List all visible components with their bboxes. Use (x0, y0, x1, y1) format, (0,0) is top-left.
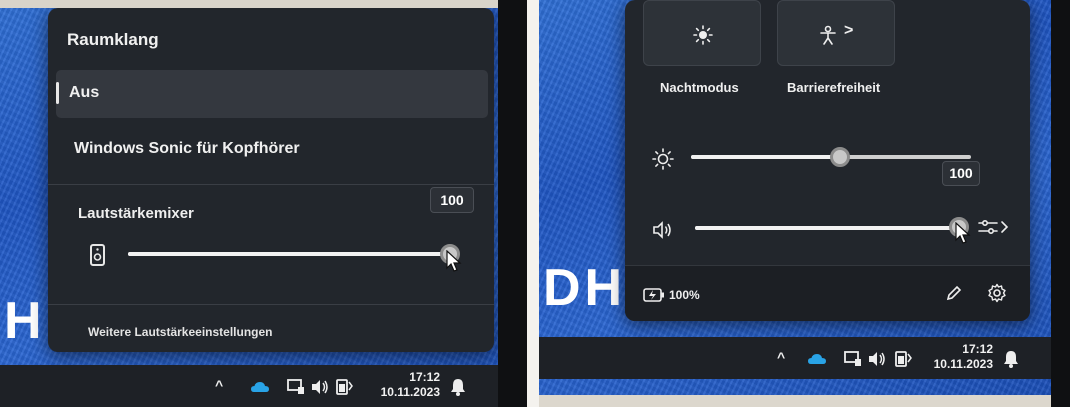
more-volume-settings-link[interactable]: Weitere Lautstärkeeinstellungen (88, 325, 273, 339)
battery-icon[interactable] (893, 349, 913, 369)
edit-pencil-icon[interactable] (945, 284, 963, 302)
battery-icon[interactable] (334, 377, 354, 397)
mouse-cursor-icon (955, 222, 971, 244)
spatial-sound-heading: Raumklang (67, 30, 159, 49)
left-screen: H C Raumklang Aus Windows Sonic für Kopf… (0, 8, 498, 407)
taskbar-clock[interactable]: 17:12 10.11.2023 (362, 370, 440, 400)
notification-bell-icon[interactable] (1001, 349, 1021, 369)
image-separator (527, 0, 539, 407)
brightness-slider-thumb[interactable] (830, 147, 850, 167)
quick-settings-flyout: > Nachtmodus Barrierefreiheit 100 100% (625, 0, 1030, 321)
night-mode-label: Nachtmodus (660, 80, 739, 95)
monitor-bezel (1051, 0, 1070, 407)
onedrive-cloud-icon[interactable] (807, 349, 827, 369)
monitor-bezel (498, 0, 527, 407)
brightness-slider-fill (691, 155, 845, 159)
clock-time: 17:12 (962, 342, 993, 356)
volume-slider-fill (128, 252, 450, 256)
battery-charging-icon[interactable] (643, 288, 665, 302)
network-icon[interactable] (843, 349, 863, 369)
spatial-sound-option-off[interactable]: Aus (56, 70, 488, 118)
brightness-tooltip: 100 (942, 161, 980, 186)
brightness-icon (652, 148, 674, 170)
mouse-cursor-icon (446, 250, 462, 272)
clock-time: 17:12 (409, 370, 440, 384)
show-hidden-icons-chevron-icon[interactable]: ^ (777, 349, 785, 365)
option-label: Aus (69, 84, 100, 101)
right-photo: DH C > Nachtmodus Barrierefreiheit 100 1… (539, 0, 1070, 407)
left-photo: H C Raumklang Aus Windows Sonic für Kopf… (0, 0, 527, 407)
speaker-icon[interactable] (867, 349, 887, 369)
taskbar: ^ 17:12 10.11.2023 (539, 337, 1051, 379)
divider (48, 304, 494, 305)
photo-collage: H C Raumklang Aus Windows Sonic für Kopf… (0, 0, 1070, 407)
accessibility-label: Barrierefreiheit (787, 80, 881, 95)
spatial-sound-option-windows-sonic[interactable]: Windows Sonic für Kopfhörer (56, 126, 488, 174)
volume-icon[interactable] (652, 219, 674, 241)
night-mode-icon (693, 25, 713, 45)
clock-date: 10.11.2023 (380, 385, 440, 399)
volume-tooltip: 100 (430, 187, 474, 213)
night-mode-tile[interactable] (643, 0, 761, 66)
right-screen: DH C > Nachtmodus Barrierefreiheit 100 1… (539, 0, 1051, 395)
battery-percentage: 100% (669, 288, 700, 302)
volume-slider-track[interactable] (695, 226, 957, 230)
accessibility-tile[interactable]: > (777, 0, 895, 66)
taskbar-clock[interactable]: 17:12 10.11.2023 (917, 342, 993, 372)
spatial-sound-flyout: Raumklang Aus Windows Sonic für Kopfhöre… (48, 8, 494, 352)
accessibility-icon (820, 25, 836, 45)
sound-output-chevron-icon[interactable] (977, 216, 1011, 238)
volume-slider-fill (695, 226, 957, 230)
speaker-icon[interactable] (310, 377, 330, 397)
accessibility-chevron-icon: > (844, 22, 854, 39)
volume-mixer-label: Lautstärkemixer (78, 205, 194, 222)
speaker-device-icon (90, 244, 105, 266)
selection-indicator (56, 82, 59, 104)
show-hidden-icons-chevron-icon[interactable]: ^ (215, 377, 223, 393)
settings-gear-icon[interactable] (987, 283, 1007, 303)
taskbar: ^ 17:12 10.11.2023 (0, 365, 498, 407)
network-icon[interactable] (286, 377, 306, 397)
option-label: Windows Sonic für Kopfhörer (74, 140, 300, 157)
clock-date: 10.11.2023 (933, 357, 993, 371)
divider (48, 184, 494, 185)
onedrive-cloud-icon[interactable] (250, 377, 270, 397)
volume-slider-track[interactable] (128, 252, 450, 256)
notification-bell-icon[interactable] (448, 377, 468, 397)
quick-settings-footer: 100% (625, 265, 1030, 321)
